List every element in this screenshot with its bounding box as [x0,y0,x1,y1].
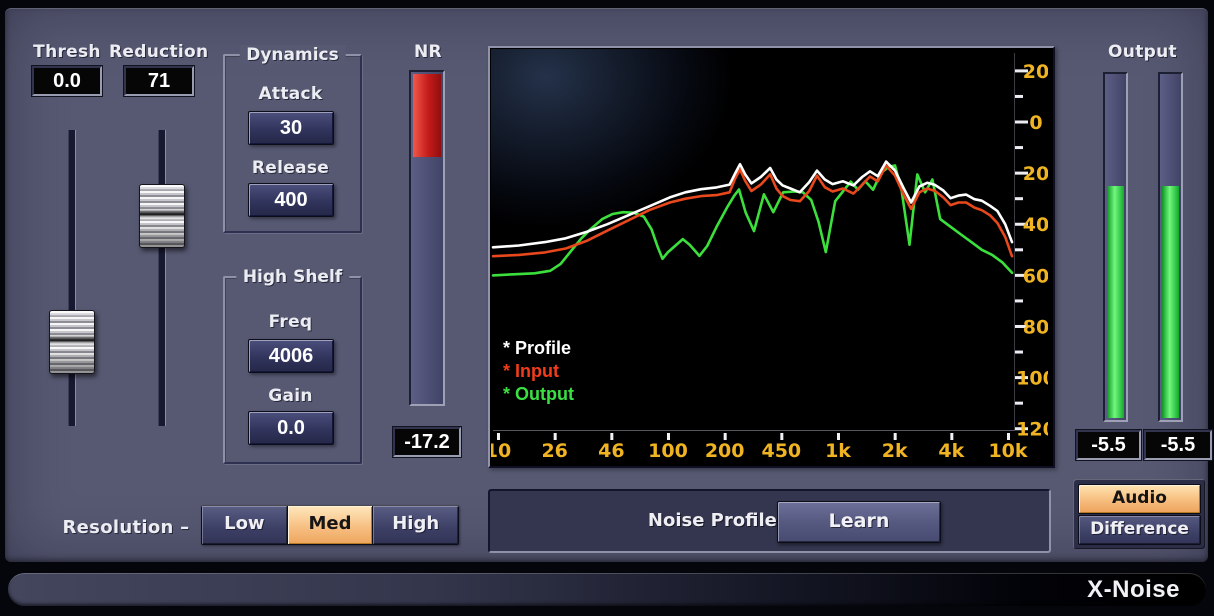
freq-label: Freq [225,312,356,332]
output-right-value-display[interactable]: -5.5 [1144,430,1212,460]
thresh-value-display[interactable]: 0.0 [32,66,102,96]
high-shelf-group: High Shelf Freq 4006 Gain 0.0 [223,276,362,464]
output-meter-left [1103,72,1128,422]
resolution-button-group: Low Med High [201,505,459,545]
plugin-title: X-Noise [1087,576,1180,604]
gain-value-button[interactable]: 0.0 [248,411,334,445]
resolution-low-button[interactable]: Low [202,506,287,544]
svg-text:0: 0 [1029,112,1042,134]
output-meter-right [1158,72,1183,422]
svg-text:2k: 2k [882,440,908,461]
thresh-slider-track[interactable] [68,130,76,426]
noise-profile-bar: Noise Profile – Learn [488,489,1051,553]
thresh-label: Thresh [25,42,109,62]
nr-meter [409,70,445,406]
svg-text:20: 20 [1023,163,1048,185]
spectrum-legend: * Profile * Input * Output [503,337,574,406]
spectrum-graph-panel: 200204060801001201026461002004501k2k4k10… [488,46,1055,468]
nr-value-display: -17.2 [393,427,461,457]
svg-text:80: 80 [1023,316,1048,338]
difference-button[interactable]: Difference [1078,515,1201,545]
output-label: Output [1100,42,1185,62]
svg-text:200: 200 [705,440,745,461]
svg-text:100: 100 [648,440,688,461]
attack-value-button[interactable]: 30 [248,111,334,145]
release-value-button[interactable]: 400 [248,183,334,217]
bottom-bar: X-Noise [8,573,1206,606]
reduction-slider-track[interactable] [158,130,166,426]
nr-label: NR [403,42,453,62]
resolution-high-button[interactable]: High [373,506,458,544]
reduction-label: Reduction [109,42,207,62]
legend-item-profile: * Profile [503,337,574,360]
output-meter-right-fill [1162,186,1179,418]
dynamics-title: Dynamics [239,45,346,65]
output-meter-left-fill [1107,186,1124,418]
gain-label: Gain [225,386,356,406]
svg-text:100: 100 [1016,368,1048,390]
dynamics-group: Dynamics Attack 30 Release 400 [223,54,362,233]
release-label: Release [225,158,356,178]
high-shelf-title: High Shelf [236,267,349,287]
thresh-fader[interactable] [49,310,95,374]
output-left-value-display[interactable]: -5.5 [1076,430,1141,460]
legend-item-input: * Input [503,360,574,383]
svg-text:450: 450 [761,440,801,461]
nr-meter-fill [413,74,441,157]
spectrum-plot-area: 200204060801001201026461002004501k2k4k10… [491,49,1048,461]
svg-text:1k: 1k [825,440,851,461]
spectrum-curves-svg: 200204060801001201026461002004501k2k4k10… [491,49,1048,461]
learn-button[interactable]: Learn [777,501,941,543]
svg-text:46: 46 [598,440,624,461]
audio-button[interactable]: Audio [1078,484,1201,514]
svg-text:10: 10 [491,440,511,461]
resolution-label: Resolution – [60,517,192,538]
svg-text:20: 20 [1023,61,1048,83]
reduction-value-display[interactable]: 71 [124,66,194,96]
svg-text:40: 40 [1023,214,1048,236]
monitor-panel: Audio Difference [1073,479,1205,549]
x-noise-plugin-window: Thresh Reduction 0.0 71 Dynamics Attack … [0,0,1214,616]
svg-text:60: 60 [1023,265,1048,287]
svg-text:26: 26 [541,440,567,461]
resolution-med-button[interactable]: Med [288,506,373,544]
svg-text:10k: 10k [988,440,1027,461]
legend-item-output: * Output [503,383,574,406]
svg-text:120: 120 [1016,419,1048,441]
main-panel: Thresh Reduction 0.0 71 Dynamics Attack … [5,8,1208,562]
reduction-fader[interactable] [139,184,185,248]
freq-value-button[interactable]: 4006 [248,339,334,373]
svg-text:4k: 4k [938,440,964,461]
attack-label: Attack [225,84,356,104]
